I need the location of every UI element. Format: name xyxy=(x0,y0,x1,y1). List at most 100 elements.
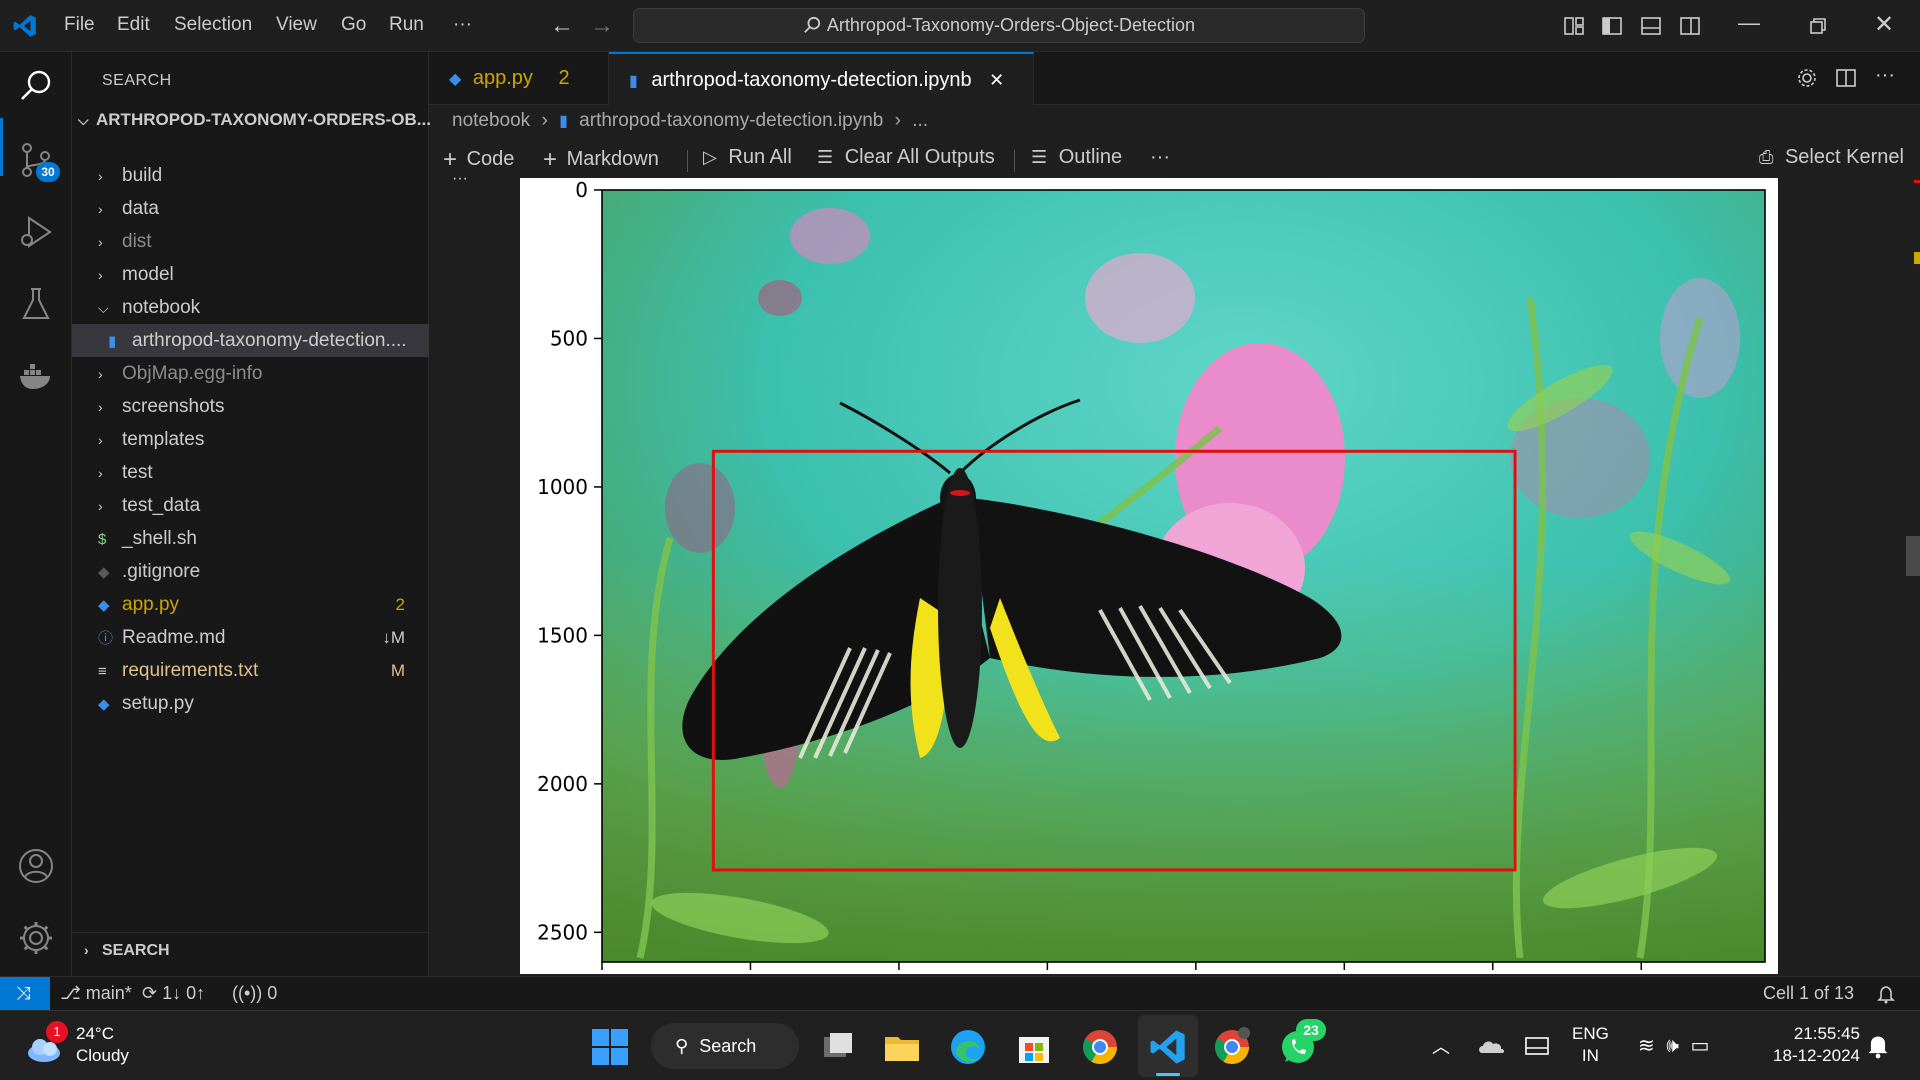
tree-item[interactable]: ⓘ Readme.md ↓M xyxy=(72,621,429,654)
outline-button[interactable]: ☰ Outline xyxy=(1031,146,1122,169)
search-section-header[interactable]: › SEARCH xyxy=(72,932,429,966)
vscode-taskbar-active[interactable] xyxy=(1138,1015,1198,1077)
ports-status[interactable]: ((•)) 0 xyxy=(232,977,277,1009)
account-icon[interactable] xyxy=(16,846,56,886)
taskbar-search-box[interactable]: ⚲ Search xyxy=(651,1023,799,1069)
chevron-right-icon: › xyxy=(98,168,103,184)
toolbar-separator xyxy=(1014,150,1015,172)
y-tick-label: 500 xyxy=(550,326,588,350)
testing-flask-icon[interactable] xyxy=(16,284,56,324)
tree-item[interactable]: › model xyxy=(72,258,429,291)
search-icon[interactable] xyxy=(16,66,56,106)
clear-outputs-icon: ☰ xyxy=(817,147,834,167)
taskbar-search-label: Search xyxy=(699,1036,757,1056)
cell-more-icon[interactable]: ··· xyxy=(452,170,468,188)
editor-scrollbar-thumb[interactable] xyxy=(1906,536,1920,576)
tree-item[interactable]: ◆ .gitignore xyxy=(72,555,429,588)
volume-icon: 🕪 xyxy=(1666,1035,1679,1057)
toggle-primary-sidebar-icon[interactable] xyxy=(1600,14,1624,38)
tree-item[interactable]: › dist xyxy=(72,225,429,258)
tree-item[interactable]: › test_data xyxy=(72,489,429,522)
tray-overflow-chevron-icon[interactable]: ︿ xyxy=(1432,1033,1450,1059)
tree-item-badge: 2 xyxy=(395,595,405,614)
microsoft-store-icon[interactable] xyxy=(1014,1027,1054,1067)
chrome-profile-icon[interactable] xyxy=(1212,1027,1252,1067)
tree-item-label: Readme.md xyxy=(122,627,226,648)
weather-widget[interactable]: 1 xyxy=(24,1021,68,1067)
customize-layout-icon[interactable] xyxy=(1562,14,1586,38)
tree-item[interactable]: ◆ setup.py xyxy=(72,687,429,720)
menu-view[interactable]: View xyxy=(276,14,317,36)
plus-icon: + xyxy=(443,146,458,173)
menu-go[interactable]: Go xyxy=(341,14,366,36)
tree-item-label: templates xyxy=(122,429,205,450)
breadcrumb-more[interactable]: ... xyxy=(912,110,928,131)
toggle-secondary-sidebar-icon[interactable] xyxy=(1678,14,1702,38)
minimize-icon[interactable]: — xyxy=(1738,10,1760,36)
chevron-right-icon: › xyxy=(894,110,901,131)
tree-item[interactable]: ⌵ notebook xyxy=(72,291,429,324)
back-arrow-icon[interactable]: ← xyxy=(550,12,574,40)
chevron-right-icon: › xyxy=(98,366,103,382)
windows-start-icon[interactable] xyxy=(590,1027,630,1067)
restore-icon[interactable] xyxy=(1806,14,1830,38)
clock[interactable]: 21:55:45 18-12-2024 xyxy=(1760,1023,1860,1067)
tree-item[interactable]: ◆ app.py 2 xyxy=(72,588,429,621)
docker-icon[interactable] xyxy=(16,356,56,396)
sidebar: SEARCH ⌵ ARTHROPOD-TAXONOMY-ORDERS-OB... … xyxy=(72,52,431,976)
split-editor-icon[interactable] xyxy=(1834,66,1858,90)
select-kernel-button[interactable]: ⎙ Select Kernel xyxy=(1759,146,1904,169)
touch-keyboard-icon[interactable] xyxy=(1524,1035,1550,1057)
add-markdown-cell-button[interactable]: + Markdown xyxy=(543,146,659,174)
menu-selection[interactable]: Selection xyxy=(174,14,252,36)
tree-item[interactable]: › build xyxy=(72,159,429,192)
edge-browser-icon[interactable] xyxy=(948,1027,988,1067)
breadcrumb-file[interactable]: arthropod-taxonomy-detection.ipynb xyxy=(579,110,883,131)
command-center[interactable]: Arthropod-Taxonomy-Orders-Object-Detecti… xyxy=(633,8,1365,43)
file-explorer-icon[interactable] xyxy=(882,1027,922,1067)
tree-item[interactable]: $ _shell.sh xyxy=(72,522,429,555)
notebook-settings-gear-icon[interactable] xyxy=(1795,66,1819,90)
tab-app-py[interactable]: ◆ app.py 2 xyxy=(429,52,609,105)
clear-all-outputs-button[interactable]: ☰ Clear All Outputs xyxy=(817,146,995,169)
tree-item[interactable]: › ObjMap.egg-info xyxy=(72,357,429,390)
run-debug-icon[interactable] xyxy=(16,212,56,252)
branch-status[interactable]: ⎇ main* xyxy=(60,977,132,1009)
cell-indicator[interactable]: Cell 1 of 13 xyxy=(1763,977,1854,1009)
tab-notebook[interactable]: ▮ arthropod-taxonomy-detection.ipynb ✕ xyxy=(609,52,1034,105)
weather-text[interactable]: 24°C Cloudy xyxy=(76,1023,129,1067)
tab-problem-count: 2 xyxy=(558,67,570,89)
tree-item[interactable]: › data xyxy=(72,192,429,225)
chrome-icon[interactable] xyxy=(1080,1027,1120,1067)
menu-edit[interactable]: Edit xyxy=(117,14,150,36)
notifications-bell-icon[interactable] xyxy=(1876,984,1896,1004)
explorer-root-folder[interactable]: ⌵ ARTHROPOD-TAXONOMY-ORDERS-OB... xyxy=(78,110,431,130)
onedrive-cloud-icon[interactable] xyxy=(1478,1035,1506,1057)
language-indicator[interactable]: ENG IN xyxy=(1572,1023,1609,1067)
breadcrumb-folder[interactable]: notebook xyxy=(452,110,530,131)
close-window-icon[interactable]: ✕ xyxy=(1874,10,1894,39)
tree-item[interactable]: ≡ requirements.txt M xyxy=(72,654,429,687)
toolbar-more-icon[interactable]: ··· xyxy=(1150,146,1170,169)
manage-gear-icon[interactable] xyxy=(16,918,56,958)
toggle-panel-icon[interactable] xyxy=(1639,14,1663,38)
task-view-icon[interactable] xyxy=(818,1027,858,1067)
tree-item-label: requirements.txt xyxy=(122,660,259,681)
chevron-down-icon: ⌵ xyxy=(78,112,89,128)
sync-counts: 1↓ 0↑ xyxy=(162,983,206,1003)
quick-settings[interactable]: ≋ 🕪 ▭ xyxy=(1638,1033,1709,1058)
sync-status[interactable]: ⟳ 1↓ 0↑ xyxy=(142,977,205,1009)
tree-item[interactable]: › templates xyxy=(72,423,429,456)
menu-more[interactable]: ··· xyxy=(453,14,472,36)
tree-item[interactable]: › screenshots xyxy=(72,390,429,423)
tree-item[interactable]: › test xyxy=(72,456,429,489)
tab-close-icon[interactable]: ✕ xyxy=(989,70,1004,90)
remote-button[interactable]: ⤨ xyxy=(0,977,50,1010)
run-all-button[interactable]: ▷ Run All xyxy=(703,146,792,169)
notification-center-bell-icon[interactable] xyxy=(1866,1033,1890,1059)
forward-arrow-icon[interactable]: → xyxy=(590,12,614,40)
menu-file[interactable]: File xyxy=(64,14,95,36)
menu-run[interactable]: Run xyxy=(389,14,424,36)
editor-more-actions-icon[interactable]: ··· xyxy=(1875,64,1895,87)
tree-item[interactable]: ▮ arthropod-taxonomy-detection.... xyxy=(72,324,429,357)
